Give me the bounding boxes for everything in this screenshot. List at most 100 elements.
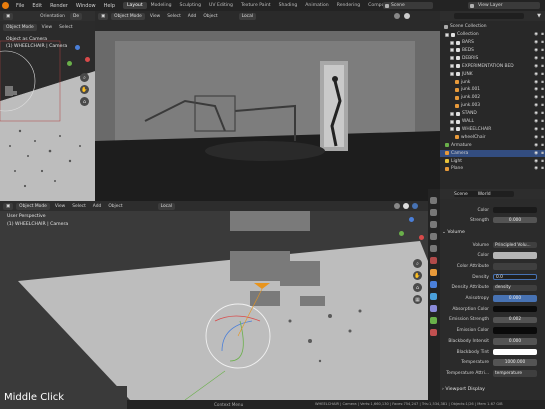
main-view-axis-gizmo[interactable] — [397, 217, 427, 253]
exclude-checkbox[interactable] — [450, 119, 454, 124]
main-viewport[interactable]: ▣ Object Mode View Select Add Object Loc… — [0, 201, 440, 400]
output-tab-icon[interactable] — [430, 221, 437, 228]
render-camera-icon[interactable]: ▪ — [541, 32, 544, 37]
outliner-row[interactable]: EXPERIMENTATION BED ◉ ▪ — [440, 63, 545, 70]
volume-section-header[interactable]: ⌄ Volume — [442, 230, 465, 235]
tab-animation[interactable]: Animation — [301, 2, 332, 9]
visibility-eye-icon[interactable]: ◉ — [534, 87, 538, 92]
property-field[interactable] — [493, 263, 537, 270]
main-view-menu-add[interactable]: Add — [91, 204, 104, 209]
property-field[interactable]: 0.002 — [493, 316, 537, 324]
visibility-eye-icon[interactable]: ◉ — [534, 32, 538, 37]
property-field[interactable]: 0.000 — [493, 216, 537, 224]
main-view-shading-wire-icon[interactable] — [394, 203, 400, 209]
view-layer-tab-icon[interactable] — [430, 233, 437, 240]
render-camera-icon[interactable]: ▪ — [541, 95, 544, 100]
render-camera-icon[interactable]: ▪ — [541, 87, 544, 92]
visibility-eye-icon[interactable]: ◉ — [534, 48, 538, 53]
render-view-menu-view[interactable]: View — [148, 14, 162, 19]
outliner-row[interactable]: Plane ◉ ▪ — [440, 165, 545, 172]
camera-view-camera-icon[interactable]: ⌂ — [80, 97, 89, 106]
outliner-row[interactable]: junk.002 ◉ ▪ — [440, 94, 545, 101]
tool-tab-icon[interactable] — [430, 197, 437, 204]
camera-view-mode-dropdown[interactable]: Object Mode — [3, 23, 37, 31]
exclude-checkbox[interactable] — [450, 111, 454, 116]
render-view-menu-select[interactable]: Select — [165, 14, 183, 19]
property-field[interactable]: temperature — [493, 370, 537, 377]
render-tab-icon[interactable] — [430, 209, 437, 216]
render-camera-icon[interactable]: ▪ — [541, 72, 544, 77]
camera-view-menu-select[interactable]: Select — [57, 25, 75, 30]
tab-modeling[interactable]: Modeling — [147, 2, 176, 9]
visibility-eye-icon[interactable]: ◉ — [534, 72, 538, 77]
exclude-checkbox[interactable] — [450, 72, 454, 77]
outliner-row[interactable]: junk ◉ ▪ — [440, 78, 545, 85]
visibility-eye-icon[interactable]: ◉ — [534, 111, 538, 116]
outliner-row[interactable]: junk.001 ◉ ▪ — [440, 86, 545, 93]
data-tab-icon[interactable] — [430, 317, 437, 324]
render-camera-icon[interactable]: ▪ — [541, 151, 544, 156]
outliner-row[interactable]: WHEELCHAIR ◉ ▪ — [440, 126, 545, 133]
physics-tab-icon[interactable] — [430, 293, 437, 300]
exclude-checkbox[interactable] — [450, 64, 454, 69]
exclude-checkbox[interactable] — [450, 48, 454, 53]
render-view-transform-dropdown[interactable]: Local — [238, 12, 257, 20]
main-view-transform-dropdown[interactable]: Local — [157, 202, 176, 210]
main-view-shading-material-icon[interactable] — [412, 203, 418, 209]
gizmo-z-dot[interactable] — [75, 45, 80, 50]
camera-view-menu-view[interactable]: View — [40, 25, 54, 30]
gizmo-x-dot[interactable] — [85, 57, 90, 62]
render-camera-icon[interactable]: ▪ — [541, 80, 544, 85]
scene-tab-icon[interactable] — [430, 245, 437, 252]
render-camera-icon[interactable]: ▪ — [541, 135, 544, 140]
visibility-eye-icon[interactable]: ◉ — [534, 159, 538, 164]
property-field[interactable] — [493, 252, 537, 259]
property-field[interactable]: 1000.000 — [493, 359, 537, 366]
visibility-eye-icon[interactable]: ◉ — [534, 166, 538, 171]
exclude-checkbox[interactable] — [450, 56, 454, 61]
main-view-zoom-icon[interactable]: ⌕ — [413, 259, 422, 268]
render-camera-icon[interactable]: ▪ — [541, 127, 544, 132]
property-field[interactable] — [493, 327, 537, 334]
outliner-row[interactable]: Armature ◉ ▪ — [440, 142, 545, 149]
menu-edit[interactable]: Edit — [28, 3, 46, 9]
tab-texture-paint[interactable]: Texture Paint — [237, 2, 275, 9]
outliner-search-field[interactable] — [454, 13, 524, 19]
tab-layout[interactable]: Layout — [123, 2, 147, 9]
render-view-shading-solid-icon[interactable] — [394, 13, 400, 19]
property-field[interactable]: 0.000 — [493, 338, 537, 345]
camera-view-orientation-dropdown[interactable]: De — [69, 12, 83, 20]
menu-render[interactable]: Render — [46, 3, 72, 9]
render-view-menu-object[interactable]: Object — [201, 14, 219, 19]
blender-logo-icon[interactable] — [2, 2, 9, 9]
outliner-row[interactable]: JUNK ◉ ▪ — [440, 71, 545, 78]
visibility-eye-icon[interactable]: ◉ — [534, 80, 538, 85]
property-field[interactable] — [493, 206, 537, 214]
outliner-row[interactable]: STAND ◉ ▪ — [440, 110, 545, 117]
property-field[interactable]: 0.0 — [493, 273, 537, 281]
exclude-checkbox[interactable] — [445, 32, 449, 37]
visibility-eye-icon[interactable]: ◉ — [534, 56, 538, 61]
main-view-grid-icon[interactable]: ▦ — [413, 295, 422, 304]
main-view-camera-icon[interactable]: ⌂ — [413, 283, 422, 292]
property-field[interactable] — [493, 305, 537, 313]
view-layer-selector[interactable]: View Layer — [468, 2, 540, 9]
render-camera-icon[interactable]: ▪ — [541, 166, 544, 171]
visibility-eye-icon[interactable]: ◉ — [534, 151, 538, 156]
render-camera-icon[interactable]: ▪ — [541, 159, 544, 164]
visibility-eye-icon[interactable]: ◉ — [534, 127, 538, 132]
render-view-mode-dropdown[interactable]: Object Mode — [111, 12, 145, 20]
render-view-shading-render-icon[interactable] — [404, 13, 410, 19]
tab-sculpting[interactable]: Sculpting — [176, 2, 205, 9]
menu-help[interactable]: Help — [100, 3, 119, 9]
main-view-shading-solid-icon[interactable] — [403, 203, 409, 209]
main-view-mode-dropdown[interactable]: Object Mode — [16, 202, 50, 210]
outliner-row[interactable]: wheelChair ◉ ▪ — [440, 134, 545, 141]
constraint-tab-icon[interactable] — [430, 305, 437, 312]
main-gizmo-x-dot[interactable] — [419, 235, 424, 240]
object-tab-icon[interactable] — [430, 269, 437, 276]
camera-viewport[interactable]: ▣ Orientation De Object Mode View Select… — [0, 11, 95, 201]
property-field[interactable] — [493, 348, 537, 356]
outliner-row[interactable]: WALL ◉ ▪ — [440, 118, 545, 125]
outliner-row[interactable]: Collection ◉ ▪ — [440, 31, 545, 38]
